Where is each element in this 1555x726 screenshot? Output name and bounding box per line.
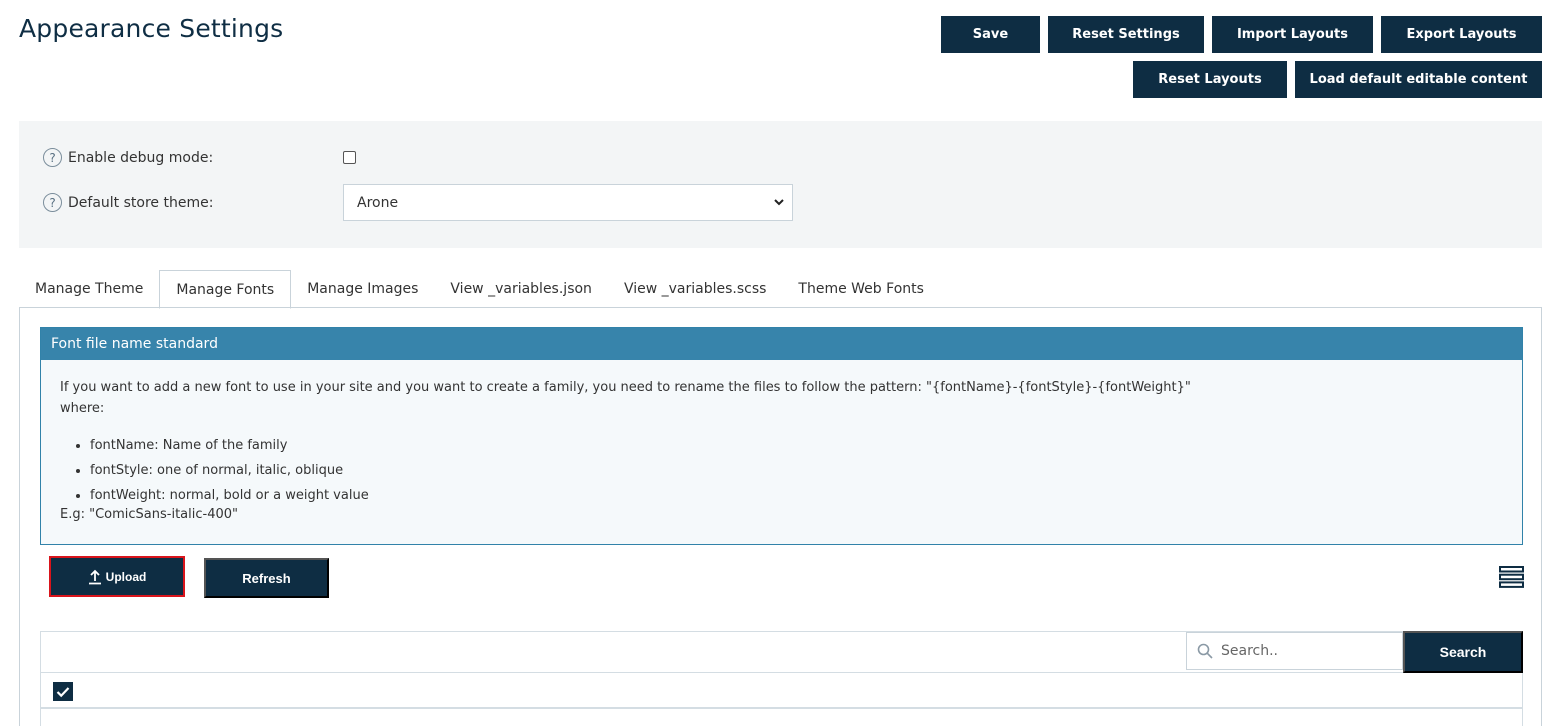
tab-bar: Manage Theme Manage Fonts Manage Images … [19, 270, 940, 309]
tab-manage-fonts[interactable]: Manage Fonts [159, 270, 292, 309]
tab-manage-images[interactable]: Manage Images [291, 270, 434, 308]
default-theme-select[interactable]: Arone [343, 184, 793, 221]
upload-label: Upload [105, 569, 147, 584]
search-icon [1197, 643, 1213, 659]
save-button[interactable]: Save [941, 16, 1040, 53]
grid-toolbar: Search.. Search [41, 631, 1523, 673]
tab-theme-web-fonts[interactable]: Theme Web Fonts [782, 270, 940, 308]
search-input[interactable]: Search.. [1186, 632, 1403, 670]
search-placeholder: Search.. [1221, 643, 1278, 659]
debug-mode-checkbox[interactable] [343, 151, 356, 164]
select-all-checkbox[interactable] [53, 682, 73, 701]
default-theme-label: Default store theme: [68, 194, 214, 211]
info-where: where: [60, 401, 105, 416]
fonts-grid: Search.. Search [40, 631, 1523, 726]
debug-mode-row: ? Enable debug mode: [43, 148, 213, 167]
settings-panel: ? Enable debug mode: ? Default store the… [19, 121, 1542, 248]
import-layouts-button[interactable]: Import Layouts [1212, 16, 1373, 53]
tab-manage-theme[interactable]: Manage Theme [19, 270, 159, 308]
list-view-icon[interactable] [1499, 566, 1524, 588]
default-theme-row: ? Default store theme: [43, 193, 213, 212]
reset-settings-button[interactable]: Reset Settings [1048, 16, 1204, 53]
upload-icon [88, 569, 101, 584]
list-item: fontStyle: one of normal, italic, obliqu… [90, 458, 1503, 483]
chevron-down-icon [774, 199, 784, 206]
font-name-info-box: Font file name standard If you want to a… [40, 327, 1523, 545]
default-theme-value: Arone [357, 194, 399, 211]
page-title: Appearance Settings [19, 14, 284, 43]
info-box-body: If you want to add a new font to use in … [41, 360, 1522, 542]
check-icon [56, 686, 70, 697]
info-list: fontName: Name of the family fontStyle: … [90, 433, 1503, 508]
load-default-content-button[interactable]: Load default editable content [1295, 61, 1542, 98]
tab-view-variables-scss[interactable]: View _variables.scss [608, 270, 782, 308]
help-icon[interactable]: ? [43, 193, 62, 212]
reset-layouts-button[interactable]: Reset Layouts [1133, 61, 1287, 98]
info-box-header: Font file name standard [41, 328, 1522, 360]
help-icon[interactable]: ? [43, 148, 62, 167]
info-intro: If you want to add a new font to use in … [60, 380, 1191, 395]
search-button[interactable]: Search [1403, 631, 1523, 673]
tab-view-variables-json[interactable]: View _variables.json [434, 270, 608, 308]
refresh-button[interactable]: Refresh [204, 558, 329, 598]
upload-button[interactable]: Upload [49, 556, 185, 597]
export-layouts-button[interactable]: Export Layouts [1381, 16, 1542, 53]
grid-header-row [41, 673, 1522, 709]
debug-mode-label: Enable debug mode: [68, 149, 214, 166]
tab-content: Font file name standard If you want to a… [19, 307, 1542, 726]
list-item: fontName: Name of the family [90, 433, 1503, 458]
